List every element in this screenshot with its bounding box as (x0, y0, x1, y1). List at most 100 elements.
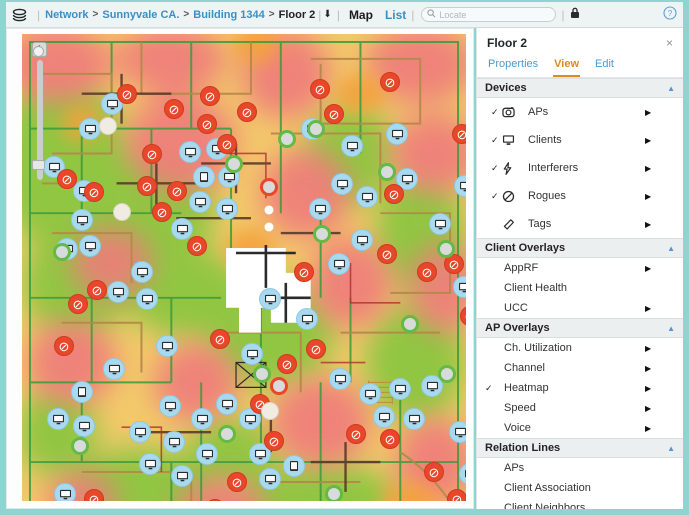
map-ap-marker[interactable] (378, 163, 396, 181)
tab-edit[interactable]: Edit (594, 54, 615, 77)
sidebar-item-ch-utilization[interactable]: Ch. Utilization ▶ (477, 338, 683, 358)
map-rogue-marker[interactable]: ⊘ (447, 489, 466, 501)
map-rogue-marker[interactable]: ⊘ (57, 169, 77, 189)
map-rogue-marker[interactable]: ⊘ (54, 336, 74, 356)
map-client-marker[interactable] (403, 408, 425, 430)
breadcrumb-item-building[interactable]: Building 1344 (193, 9, 265, 21)
map-client-marker[interactable] (196, 443, 218, 465)
layers-icon[interactable] (6, 8, 32, 22)
map-rogue-marker[interactable]: ⊘ (460, 306, 466, 326)
chevron-down-icon[interactable]: ⬇ (323, 9, 331, 20)
sidebar-item-relation-aps[interactable]: APs (477, 458, 683, 478)
map-client-marker[interactable] (341, 135, 363, 157)
sidebar-item-interferers[interactable]: ✓ Interferers ▶ (477, 154, 683, 182)
chevron-right-icon[interactable]: ▶ (645, 164, 675, 173)
sidebar-item-voice[interactable]: Voice ▶ (477, 418, 683, 438)
map-client-marker[interactable] (331, 173, 353, 195)
map-client-marker[interactable] (453, 276, 466, 298)
map-rogue-marker[interactable]: ⊘ (210, 329, 230, 349)
map-ap-marker[interactable] (71, 437, 89, 455)
map-client-marker[interactable] (71, 209, 93, 231)
map-client-marker[interactable] (159, 395, 181, 417)
view-toggle-list[interactable]: List (385, 8, 406, 22)
sidebar-item-client-health[interactable]: Client Health (477, 278, 683, 298)
checkmark-icon[interactable]: ✓ (491, 191, 502, 202)
chevron-up-icon[interactable]: ▲ (667, 84, 675, 93)
map-client-marker[interactable] (193, 166, 215, 188)
map-rogue-marker[interactable]: ⊘ (167, 181, 187, 201)
zoom-slider-handle[interactable] (33, 46, 44, 57)
map-client-marker[interactable] (79, 235, 101, 257)
floor-map-panel[interactable]: ⊘ ⊘ ⊘ ⊘ ⊘ ⊘ ⊘ ⊘ ⊘ ⊘ ⊘ ⊘ ⊘ ⊘ ⊘ ⊘ ⊘ ⊘ ⊘ ⊘ (6, 28, 474, 509)
chevron-right-icon[interactable]: ▶ (645, 424, 675, 433)
map-rogue-marker[interactable]: ⊘ (137, 176, 157, 196)
map-rogue-marker[interactable]: ⊘ (384, 184, 404, 204)
map-ap-marker[interactable] (313, 225, 331, 243)
map-client-marker[interactable] (359, 383, 381, 405)
checkmark-icon[interactable]: ✓ (491, 163, 502, 174)
sidebar-item-speed[interactable]: Speed ▶ (477, 398, 683, 418)
map-rogue-marker[interactable]: ⊘ (380, 72, 400, 92)
help-circle-icon[interactable]: ? (663, 6, 677, 23)
map-client-marker[interactable] (241, 343, 263, 365)
zoom-out-button[interactable] (32, 160, 45, 170)
section-header-devices[interactable]: Devices ▲ (477, 78, 683, 98)
chevron-right-icon[interactable]: ▶ (645, 220, 675, 229)
map-client-marker[interactable] (459, 463, 466, 485)
map-client-marker[interactable] (107, 281, 129, 303)
map-client-marker[interactable] (179, 141, 201, 163)
map-client-marker[interactable] (259, 288, 281, 310)
map-rogue-marker[interactable]: ⊘ (417, 262, 437, 282)
map-ap-marker[interactable] (218, 425, 236, 443)
map-rogue-marker[interactable]: ⊘ (87, 280, 107, 300)
map-ap-marker[interactable] (253, 365, 271, 383)
map-rogue-marker[interactable]: ⊘ (346, 424, 366, 444)
map-rogue-marker[interactable]: ⊘ (217, 134, 237, 154)
map-client-marker[interactable] (171, 465, 193, 487)
map-rogue-marker[interactable]: ⊘ (200, 86, 220, 106)
map-rogue-marker[interactable]: ⊘ (68, 294, 88, 314)
map-rogue-marker[interactable]: ⊘ (152, 202, 172, 222)
map-ap-marker[interactable] (401, 315, 419, 333)
map-ap-marker[interactable] (225, 155, 243, 173)
tab-properties[interactable]: Properties (487, 54, 539, 77)
map-client-marker[interactable] (79, 118, 101, 140)
map-client-marker[interactable] (103, 358, 125, 380)
map-client-marker[interactable] (356, 186, 378, 208)
map-client-marker[interactable] (136, 288, 158, 310)
map-client-marker[interactable] (429, 213, 451, 235)
map-client-marker[interactable] (386, 123, 408, 145)
search-input[interactable]: Locate (421, 7, 557, 22)
map-client-marker[interactable] (189, 191, 211, 213)
map-rogue-marker[interactable]: ⊘ (164, 99, 184, 119)
section-header-client-overlays[interactable]: Client Overlays ▲ (477, 238, 683, 258)
map-client-marker[interactable] (139, 453, 161, 475)
map-rogue-marker[interactable]: ⊘ (277, 354, 297, 374)
map-ap-marker[interactable] (437, 240, 455, 258)
close-icon[interactable]: × (666, 37, 673, 49)
map-client-marker[interactable] (373, 406, 395, 428)
map-rogue-marker[interactable]: ⊘ (264, 431, 284, 451)
map-client-marker[interactable] (351, 229, 373, 251)
breadcrumb-item-network[interactable]: Network (45, 9, 88, 21)
map-rogue-marker[interactable]: ⊘ (424, 462, 444, 482)
breadcrumb-item-floor[interactable]: Floor 2 (279, 9, 316, 21)
map-zoom-control[interactable]: + (32, 42, 50, 192)
map-rogue-marker[interactable]: ⊘ (306, 339, 326, 359)
map-client-marker[interactable] (389, 378, 411, 400)
chevron-right-icon[interactable]: ▶ (645, 264, 675, 273)
map-rogue-marker[interactable]: ⊘ (197, 114, 217, 134)
map-client-marker[interactable] (131, 261, 153, 283)
map-client-marker[interactable] (309, 198, 331, 220)
section-header-relation-lines[interactable]: Relation Lines ▲ (477, 438, 683, 458)
checkmark-icon[interactable]: ✓ (491, 135, 502, 146)
floor-map-canvas[interactable]: ⊘ ⊘ ⊘ ⊘ ⊘ ⊘ ⊘ ⊘ ⊘ ⊘ ⊘ ⊘ ⊘ ⊘ ⊘ ⊘ ⊘ ⊘ ⊘ ⊘ (22, 34, 466, 501)
map-client-marker[interactable] (259, 468, 281, 490)
map-rogue-marker[interactable]: ⊘ (294, 262, 314, 282)
map-client-marker[interactable] (163, 431, 185, 453)
checkmark-icon[interactable]: ✓ (491, 107, 502, 118)
map-client-marker[interactable] (449, 421, 466, 443)
breadcrumb-item-sunnyvale[interactable]: Sunnyvale CA. (102, 9, 179, 21)
chevron-right-icon[interactable]: ▶ (645, 404, 675, 413)
map-client-marker[interactable] (129, 421, 151, 443)
